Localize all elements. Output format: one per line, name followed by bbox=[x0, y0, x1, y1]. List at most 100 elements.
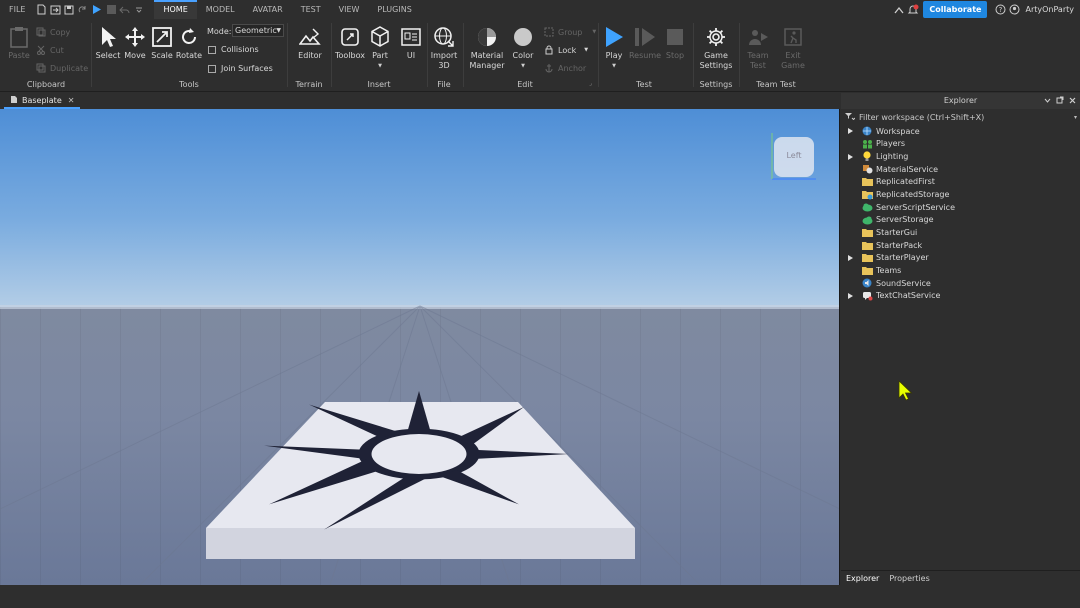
viewcube-face-label: Left bbox=[786, 151, 802, 160]
chevron-down-icon: ▼ bbox=[584, 47, 589, 53]
tab-view[interactable]: VIEW bbox=[330, 0, 369, 19]
expand-arrow-icon[interactable] bbox=[845, 254, 855, 261]
notification-bell-icon[interactable] bbox=[906, 0, 920, 19]
rotate-icon bbox=[178, 26, 200, 48]
close-icon[interactable] bbox=[1069, 97, 1076, 106]
color-button[interactable]: Color ▼ bbox=[510, 19, 536, 71]
expand-arrow-icon[interactable] bbox=[845, 153, 855, 160]
tree-item-teams[interactable]: Teams bbox=[841, 264, 1080, 277]
undo-icon[interactable] bbox=[118, 0, 132, 19]
folder-icon bbox=[861, 265, 873, 277]
exit-game-button[interactable]: Exit Game bbox=[779, 19, 807, 71]
scale-tool-button[interactable]: Scale bbox=[149, 19, 175, 61]
group-button[interactable]: Group ▼ bbox=[544, 27, 596, 37]
tree-item-startergui[interactable]: StarterGui bbox=[841, 226, 1080, 239]
help-icon[interactable]: ? bbox=[993, 0, 1007, 19]
undock-icon[interactable] bbox=[1056, 96, 1064, 106]
resume-button[interactable]: Resume bbox=[629, 19, 661, 61]
chevron-down-icon[interactable]: ▼ bbox=[612, 61, 616, 71]
ribbon-divider bbox=[598, 23, 599, 87]
username-label[interactable]: ArtyOnParty bbox=[1025, 5, 1074, 14]
tree-item-serverstorage[interactable]: ServerStorage bbox=[841, 214, 1080, 227]
quick-access-dropdown-icon[interactable] bbox=[132, 0, 146, 19]
chevron-down-icon[interactable]: ▼ bbox=[521, 61, 525, 71]
server-storage-icon bbox=[861, 214, 873, 226]
tree-item-serverscriptservice[interactable]: ServerScriptService bbox=[841, 201, 1080, 214]
mode-dropdown[interactable]: Geometric ▼ bbox=[232, 24, 284, 37]
tree-item-starterplayer[interactable]: StarterPlayer bbox=[841, 252, 1080, 265]
tree-item-materialservice[interactable]: MaterialService bbox=[841, 163, 1080, 176]
tab-home[interactable]: HOME bbox=[154, 0, 197, 19]
terrain-editor-button[interactable]: Editor bbox=[295, 19, 325, 61]
collisions-checkbox[interactable] bbox=[208, 45, 216, 54]
chevron-down-icon[interactable]: ▾ bbox=[1074, 114, 1077, 121]
material-manager-button[interactable]: Material Manager bbox=[468, 19, 506, 71]
play-label: Play bbox=[605, 51, 623, 60]
tree-item-label: StarterGui bbox=[876, 228, 918, 238]
stop-quick-icon[interactable] bbox=[104, 0, 118, 19]
file-menu[interactable]: FILE bbox=[0, 0, 34, 19]
3d-viewport[interactable]: Left bbox=[0, 109, 840, 585]
share-icon[interactable] bbox=[892, 0, 906, 19]
move-tool-button[interactable]: Move bbox=[122, 19, 148, 61]
play-button[interactable]: Play ▼ bbox=[602, 19, 626, 71]
join-surfaces-checkbox[interactable] bbox=[208, 64, 216, 73]
tab-model[interactable]: MODEL bbox=[197, 0, 244, 19]
collaborate-button[interactable]: Collaborate bbox=[923, 1, 988, 18]
tree-item-starterpack[interactable]: StarterPack bbox=[841, 239, 1080, 252]
edit-settings-expand-icon[interactable]: ⌟ bbox=[589, 80, 592, 87]
chevron-down-icon[interactable] bbox=[1044, 97, 1051, 106]
rotate-tool-button[interactable]: Rotate bbox=[176, 19, 202, 61]
team-test-label-line1: Team bbox=[747, 51, 769, 60]
close-icon[interactable]: ✕ bbox=[68, 96, 75, 105]
join-surfaces-toggle[interactable]: Join Surfaces bbox=[208, 64, 273, 73]
save-icon[interactable] bbox=[62, 0, 76, 19]
tree-item-textchatservice[interactable]: TextChatService bbox=[841, 290, 1080, 303]
play-quick-icon[interactable] bbox=[90, 0, 104, 19]
tree-item-workspace[interactable]: Workspace bbox=[841, 125, 1080, 138]
baseplate-tab[interactable]: Baseplate ✕ bbox=[4, 93, 81, 109]
paste-label: Paste bbox=[8, 51, 30, 60]
tree-item-label: Workspace bbox=[876, 126, 920, 136]
new-file-icon[interactable] bbox=[34, 0, 48, 19]
import-3d-button[interactable]: Import 3D bbox=[430, 19, 458, 71]
part-button[interactable]: Part ▼ bbox=[368, 19, 392, 71]
tab-avatar[interactable]: AVATAR bbox=[244, 0, 292, 19]
game-settings-button[interactable]: Game Settings bbox=[698, 19, 734, 71]
lock-button[interactable]: Lock ▼ bbox=[544, 45, 588, 55]
tab-properties[interactable]: Properties bbox=[884, 571, 934, 586]
decal-part[interactable] bbox=[0, 109, 840, 585]
group-label: Group bbox=[558, 27, 583, 37]
tree-item-lighting[interactable]: Lighting bbox=[841, 150, 1080, 163]
open-file-icon[interactable] bbox=[48, 0, 62, 19]
tree-item-label: Lighting bbox=[876, 152, 909, 162]
chat-icon bbox=[861, 290, 873, 302]
chevron-down-icon: ▼ bbox=[276, 27, 281, 34]
paste-button[interactable]: Paste bbox=[6, 19, 32, 61]
tab-explorer[interactable]: Explorer bbox=[841, 571, 885, 586]
collisions-toggle[interactable]: Collisions bbox=[208, 45, 259, 54]
select-tool-button[interactable]: Select bbox=[95, 19, 121, 61]
chevron-down-icon[interactable]: ▼ bbox=[378, 61, 382, 71]
stop-button[interactable]: Stop bbox=[663, 19, 687, 61]
team-test-button[interactable]: Team Test bbox=[744, 19, 772, 71]
expand-arrow-icon[interactable] bbox=[845, 292, 855, 299]
tab-test[interactable]: TEST bbox=[292, 0, 330, 19]
duplicate-button[interactable]: Duplicate bbox=[36, 63, 88, 73]
filter-placeholder: Filter workspace (Ctrl+Shift+X) bbox=[859, 112, 985, 122]
resume-icon bbox=[634, 26, 656, 48]
anchor-button[interactable]: Anchor bbox=[544, 63, 586, 73]
cut-button[interactable]: Cut bbox=[36, 45, 64, 55]
explorer-filter-input[interactable]: Filter workspace (Ctrl+Shift+X) ▾ bbox=[845, 111, 1077, 123]
tree-item-soundservice[interactable]: SoundService bbox=[841, 277, 1080, 290]
toolbox-button[interactable]: Toolbox bbox=[335, 19, 365, 61]
copy-button[interactable]: Copy bbox=[36, 27, 70, 37]
expand-arrow-icon[interactable] bbox=[845, 128, 855, 135]
tree-item-replicatedfirst[interactable]: ReplicatedFirst bbox=[841, 176, 1080, 189]
tree-item-players[interactable]: Players bbox=[841, 138, 1080, 151]
tree-item-replicatedstorage[interactable]: ReplicatedStorage bbox=[841, 188, 1080, 201]
redo-icon[interactable] bbox=[76, 0, 90, 19]
account-icon[interactable] bbox=[1007, 0, 1021, 19]
ui-button[interactable]: UI bbox=[398, 19, 424, 61]
tab-plugins[interactable]: PLUGINS bbox=[368, 0, 420, 19]
